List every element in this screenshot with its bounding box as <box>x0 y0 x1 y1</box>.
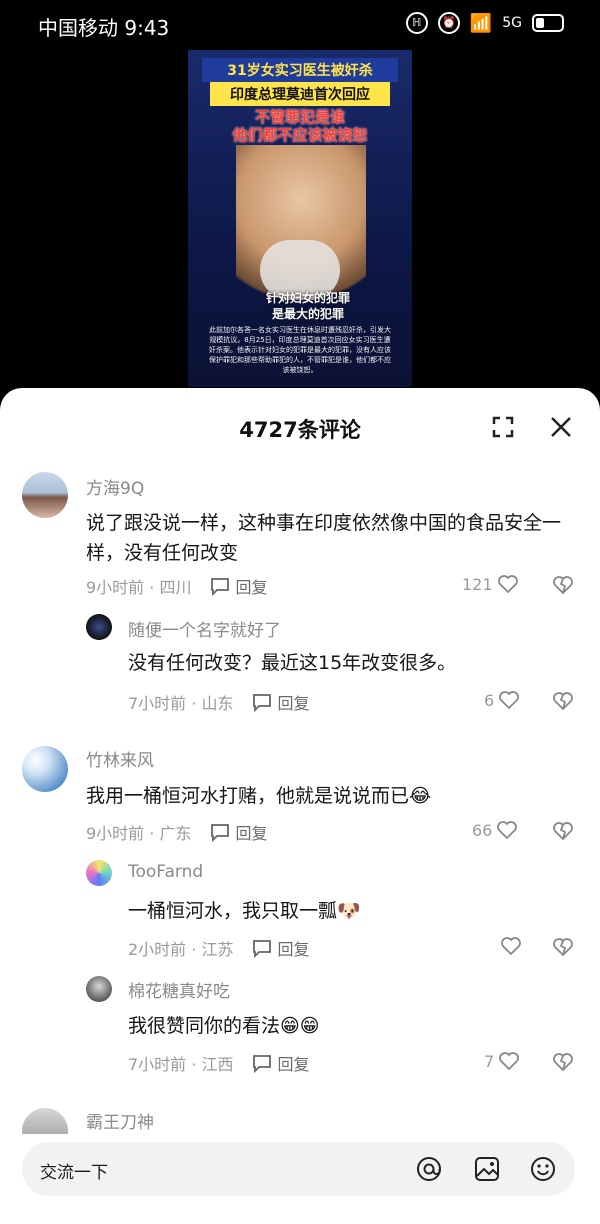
broken-heart-icon[interactable] <box>552 937 574 957</box>
image-icon[interactable] <box>473 1155 501 1183</box>
heart-icon <box>501 937 521 956</box>
like-button[interactable]: 6 <box>484 690 520 710</box>
broken-heart-icon[interactable] <box>552 691 574 711</box>
comment-time-location: 7小时前 · 江西 <box>128 1055 234 1074</box>
emoji-icon[interactable] <box>529 1155 557 1183</box>
network-type: 5G <box>502 15 522 31</box>
close-icon[interactable] <box>548 414 574 440</box>
broken-heart-icon[interactable] <box>552 821 574 841</box>
avatar[interactable] <box>86 976 112 1002</box>
video-caption-line1: 31岁女实习医生被奸杀 <box>202 58 398 82</box>
video-overlay-text: 针对妇女的犯罪 是最大的犯罪 <box>248 290 368 322</box>
comment-text: 一桶恒河水，我只取一瓢🐶 <box>128 900 361 922</box>
heart-icon <box>497 821 518 840</box>
like-button[interactable] <box>496 936 522 956</box>
hd-call-icon: ℍ <box>405 12 428 34</box>
reply-button[interactable]: 回复 <box>251 936 309 960</box>
comment-author[interactable]: 竹林来风 <box>86 746 154 771</box>
alarm-icon: ⏰ <box>437 12 460 34</box>
like-button[interactable]: 121 <box>462 574 519 594</box>
reply-bubble-icon <box>253 694 272 712</box>
video-overlay-line1: 针对妇女的犯罪 <box>265 291 350 305</box>
comment-time-location: 9小时前 · 广东 <box>86 824 192 843</box>
reply-label: 回复 <box>235 578 268 597</box>
at-icon[interactable] <box>415 1155 443 1183</box>
video-preview[interactable]: 31岁女实习医生被奸杀 印度总理莫迪首次回应 不管罪犯是谁 他们都不应该被饶恕 … <box>188 50 412 387</box>
video-caption-red: 不管罪犯是谁 他们都不应该被饶恕 <box>198 108 402 144</box>
video-caption-red-1: 不管罪犯是谁 <box>254 108 345 126</box>
like-count: 7 <box>484 1051 495 1071</box>
avatar[interactable] <box>86 614 112 640</box>
reply-bubble-icon <box>211 578 230 596</box>
comment-input-placeholder: 交流一下 <box>40 1163 108 1183</box>
comment-author[interactable]: 棉花糖真好吃 <box>128 977 230 1002</box>
comment-text: 没有任何改变？最近这15年改变很多。 <box>128 652 457 674</box>
status-icons: ℍ ⏰ 📶 5G <box>405 12 564 34</box>
comment-time-location: 7小时前 · 山东 <box>128 694 234 713</box>
carrier-time: 中国移动 9:43 <box>38 16 170 40</box>
comment-author[interactable]: TooFarnd <box>128 862 203 882</box>
comment-meta: 9小时前 · 四川 回复 <box>86 574 267 598</box>
reply-bubble-icon <box>253 940 272 958</box>
broken-heart-icon[interactable] <box>552 575 574 595</box>
comment-input[interactable]: 交流一下 <box>22 1142 575 1196</box>
wifi-icon: 📶 <box>469 12 493 34</box>
battery-icon <box>532 14 564 32</box>
comment-text: 我用一桶恒河水打赌，他就是说说而已😂 <box>86 785 432 807</box>
reply-label: 回复 <box>235 824 268 843</box>
video-subtitle: 此前加尔各答一名女实习医生在休息时遭残忍奸杀，引发大规模抗议。8月25日，印度总… <box>209 326 391 374</box>
comment-meta: 2小时前 · 江苏 回复 <box>128 936 309 960</box>
like-count: 6 <box>484 690 495 710</box>
like-button[interactable]: 7 <box>484 1051 520 1071</box>
video-caption-line2: 印度总理莫迪首次回应 <box>210 82 390 106</box>
avatar[interactable] <box>22 746 68 792</box>
reply-button[interactable]: 回复 <box>209 820 267 844</box>
reply-button[interactable]: 回复 <box>209 574 267 598</box>
status-bar: 中国移动 9:43 ℍ ⏰ 📶 5G <box>0 0 600 50</box>
reply-button[interactable]: 回复 <box>251 1051 309 1075</box>
video-overlay-line2: 是最大的犯罪 <box>271 307 344 321</box>
comment-text: 说了跟没说一样，这种事在印度依然像中国的食品安全一样，没有任何改变 <box>86 512 562 564</box>
video-caption-red-2: 他们都不应该被饶恕 <box>232 126 368 144</box>
reply-label: 回复 <box>277 940 310 959</box>
comment-author[interactable]: 随便一个名字就好了 <box>128 616 281 641</box>
reply-label: 回复 <box>277 694 310 713</box>
comments-sheet: 4727条评论 方海9Q 说了跟没说一样，这种事在印度依然像中国的食品安全一样，… <box>0 388 600 1224</box>
reply-button[interactable]: 回复 <box>251 690 309 714</box>
reply-bubble-icon <box>253 1055 272 1073</box>
like-count: 66 <box>472 820 493 840</box>
comment-time-location: 9小时前 · 四川 <box>86 578 192 597</box>
like-count: 121 <box>462 574 493 594</box>
avatar[interactable] <box>22 472 68 518</box>
avatar[interactable] <box>86 860 112 886</box>
comment-meta: 7小时前 · 江西 回复 <box>128 1051 309 1075</box>
reply-label: 回复 <box>277 1055 310 1074</box>
like-button[interactable]: 66 <box>472 820 518 840</box>
comment-time-location: 2小时前 · 江苏 <box>128 940 234 959</box>
comment-author[interactable]: 方海9Q <box>86 474 144 499</box>
comment-text: 我很赞同你的看法😁😁 <box>128 1015 320 1037</box>
comment-author[interactable]: 霸王刀神 <box>86 1108 154 1133</box>
comment-meta: 7小时前 · 山东 回复 <box>128 690 309 714</box>
reply-bubble-icon <box>211 824 230 842</box>
expand-icon[interactable] <box>490 414 516 440</box>
heart-icon <box>499 691 520 710</box>
heart-icon <box>499 1052 520 1071</box>
heart-icon <box>497 575 518 594</box>
broken-heart-icon[interactable] <box>552 1052 574 1072</box>
comment-meta: 9小时前 · 广东 回复 <box>86 820 267 844</box>
